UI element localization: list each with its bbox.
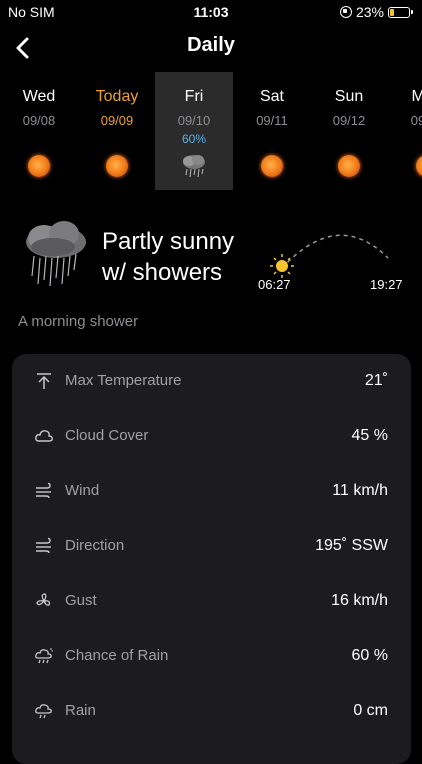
gust-icon	[36, 593, 51, 606]
orientation-lock-icon	[339, 6, 352, 18]
sunset-time: 19:27	[370, 277, 403, 292]
detail-value: 45 %	[351, 427, 388, 444]
detail-value: 0 cm	[353, 702, 388, 719]
day-tab-fri[interactable]: Fri 09/10 60%	[155, 72, 233, 190]
day-date: 09/08	[22, 113, 56, 128]
day-name: Today	[95, 88, 139, 105]
day-date: 09/13	[410, 113, 422, 128]
detail-label: Cloud Cover	[65, 427, 149, 444]
detail-label: Direction	[65, 537, 125, 554]
detail-value: 195˚ SSW	[315, 537, 388, 554]
detail-value: 11 km/h	[332, 482, 388, 499]
details-card: Max Temperature 21˚ Cloud Cover 45 % Win…	[12, 354, 411, 764]
day-date: 09/09	[100, 113, 134, 128]
detail-row-wind: Wind 11 km/h	[12, 464, 411, 519]
detail-label: Max Temperature	[65, 372, 182, 389]
day-name: Sat	[259, 88, 284, 105]
detail-value: 16 km/h	[331, 592, 388, 609]
detail-value: 60 %	[351, 647, 388, 664]
day-name: Mon	[411, 88, 422, 105]
detail-row-gust: Gust 16 km/h	[12, 574, 411, 629]
sun-icon	[106, 155, 128, 177]
day-tab-sat[interactable]: Sat 09/11	[233, 72, 311, 190]
nav-bar: Daily	[0, 28, 422, 68]
sun-icon	[28, 155, 50, 177]
sunrise-time: 06:27	[258, 277, 291, 292]
day-name: Sun	[334, 88, 364, 105]
day-tab-mon[interactable]: Mon 09/13	[388, 72, 422, 190]
detail-row-direction: Direction 195˚ SSW	[12, 519, 411, 574]
sun-icon	[261, 155, 283, 177]
day-date: 09/10	[177, 113, 211, 128]
detail-row-rain: Rain 0 cm	[12, 684, 411, 739]
sun-icon	[338, 155, 360, 177]
rain-cloud-icon	[183, 155, 205, 178]
detail-row-cloud-cover: Cloud Cover 45 %	[12, 409, 411, 464]
status-bar: No SIM 11:03 23%	[0, 0, 422, 24]
day-summary: Partly sunny w/ showers 06:27 19:27 A mo…	[0, 210, 422, 330]
day-tab-today[interactable]: Today 09/09	[78, 72, 156, 190]
detail-label: Wind	[65, 482, 100, 499]
day-date: 09/11	[256, 113, 288, 128]
detail-label: Rain	[65, 702, 96, 719]
day-date: 09/12	[332, 113, 366, 128]
detail-row-chance-of-rain: Chance of Rain 60 %	[12, 629, 411, 684]
day-name: Wed	[22, 88, 56, 105]
day-rain-chance: 60%	[181, 132, 207, 146]
page-title: Daily	[187, 34, 235, 56]
condition-text: Partly sunny w/ showers	[102, 228, 235, 286]
battery-percent: 23%	[355, 4, 384, 20]
wind-direction-icon	[36, 537, 51, 554]
cloud-rain-chance-icon	[35, 648, 53, 664]
wind-icon	[36, 482, 51, 499]
forecast-description: A morning shower	[18, 313, 139, 330]
day-strip: Wed 09/08 Today 09/09 Fri 09/10 60% Sat …	[0, 72, 422, 190]
day-tab-sun[interactable]: Sun 09/12	[310, 72, 388, 190]
arrow-up-icon	[37, 373, 51, 389]
detail-label: Gust	[65, 592, 97, 609]
detail-label: Chance of Rain	[65, 647, 169, 664]
day-tab-wed[interactable]: Wed 09/08	[0, 72, 78, 190]
detail-row-max-temperature: Max Temperature 21˚	[12, 354, 411, 409]
detail-value: 21˚	[364, 372, 388, 389]
day-name: Fri	[184, 88, 204, 105]
rain-icon	[35, 704, 52, 719]
rain-cloud-icon	[26, 221, 86, 287]
battery-icon	[388, 6, 413, 18]
cloud-icon	[35, 430, 53, 442]
sun-icon	[416, 155, 422, 177]
status-right: 23%	[339, 4, 413, 20]
